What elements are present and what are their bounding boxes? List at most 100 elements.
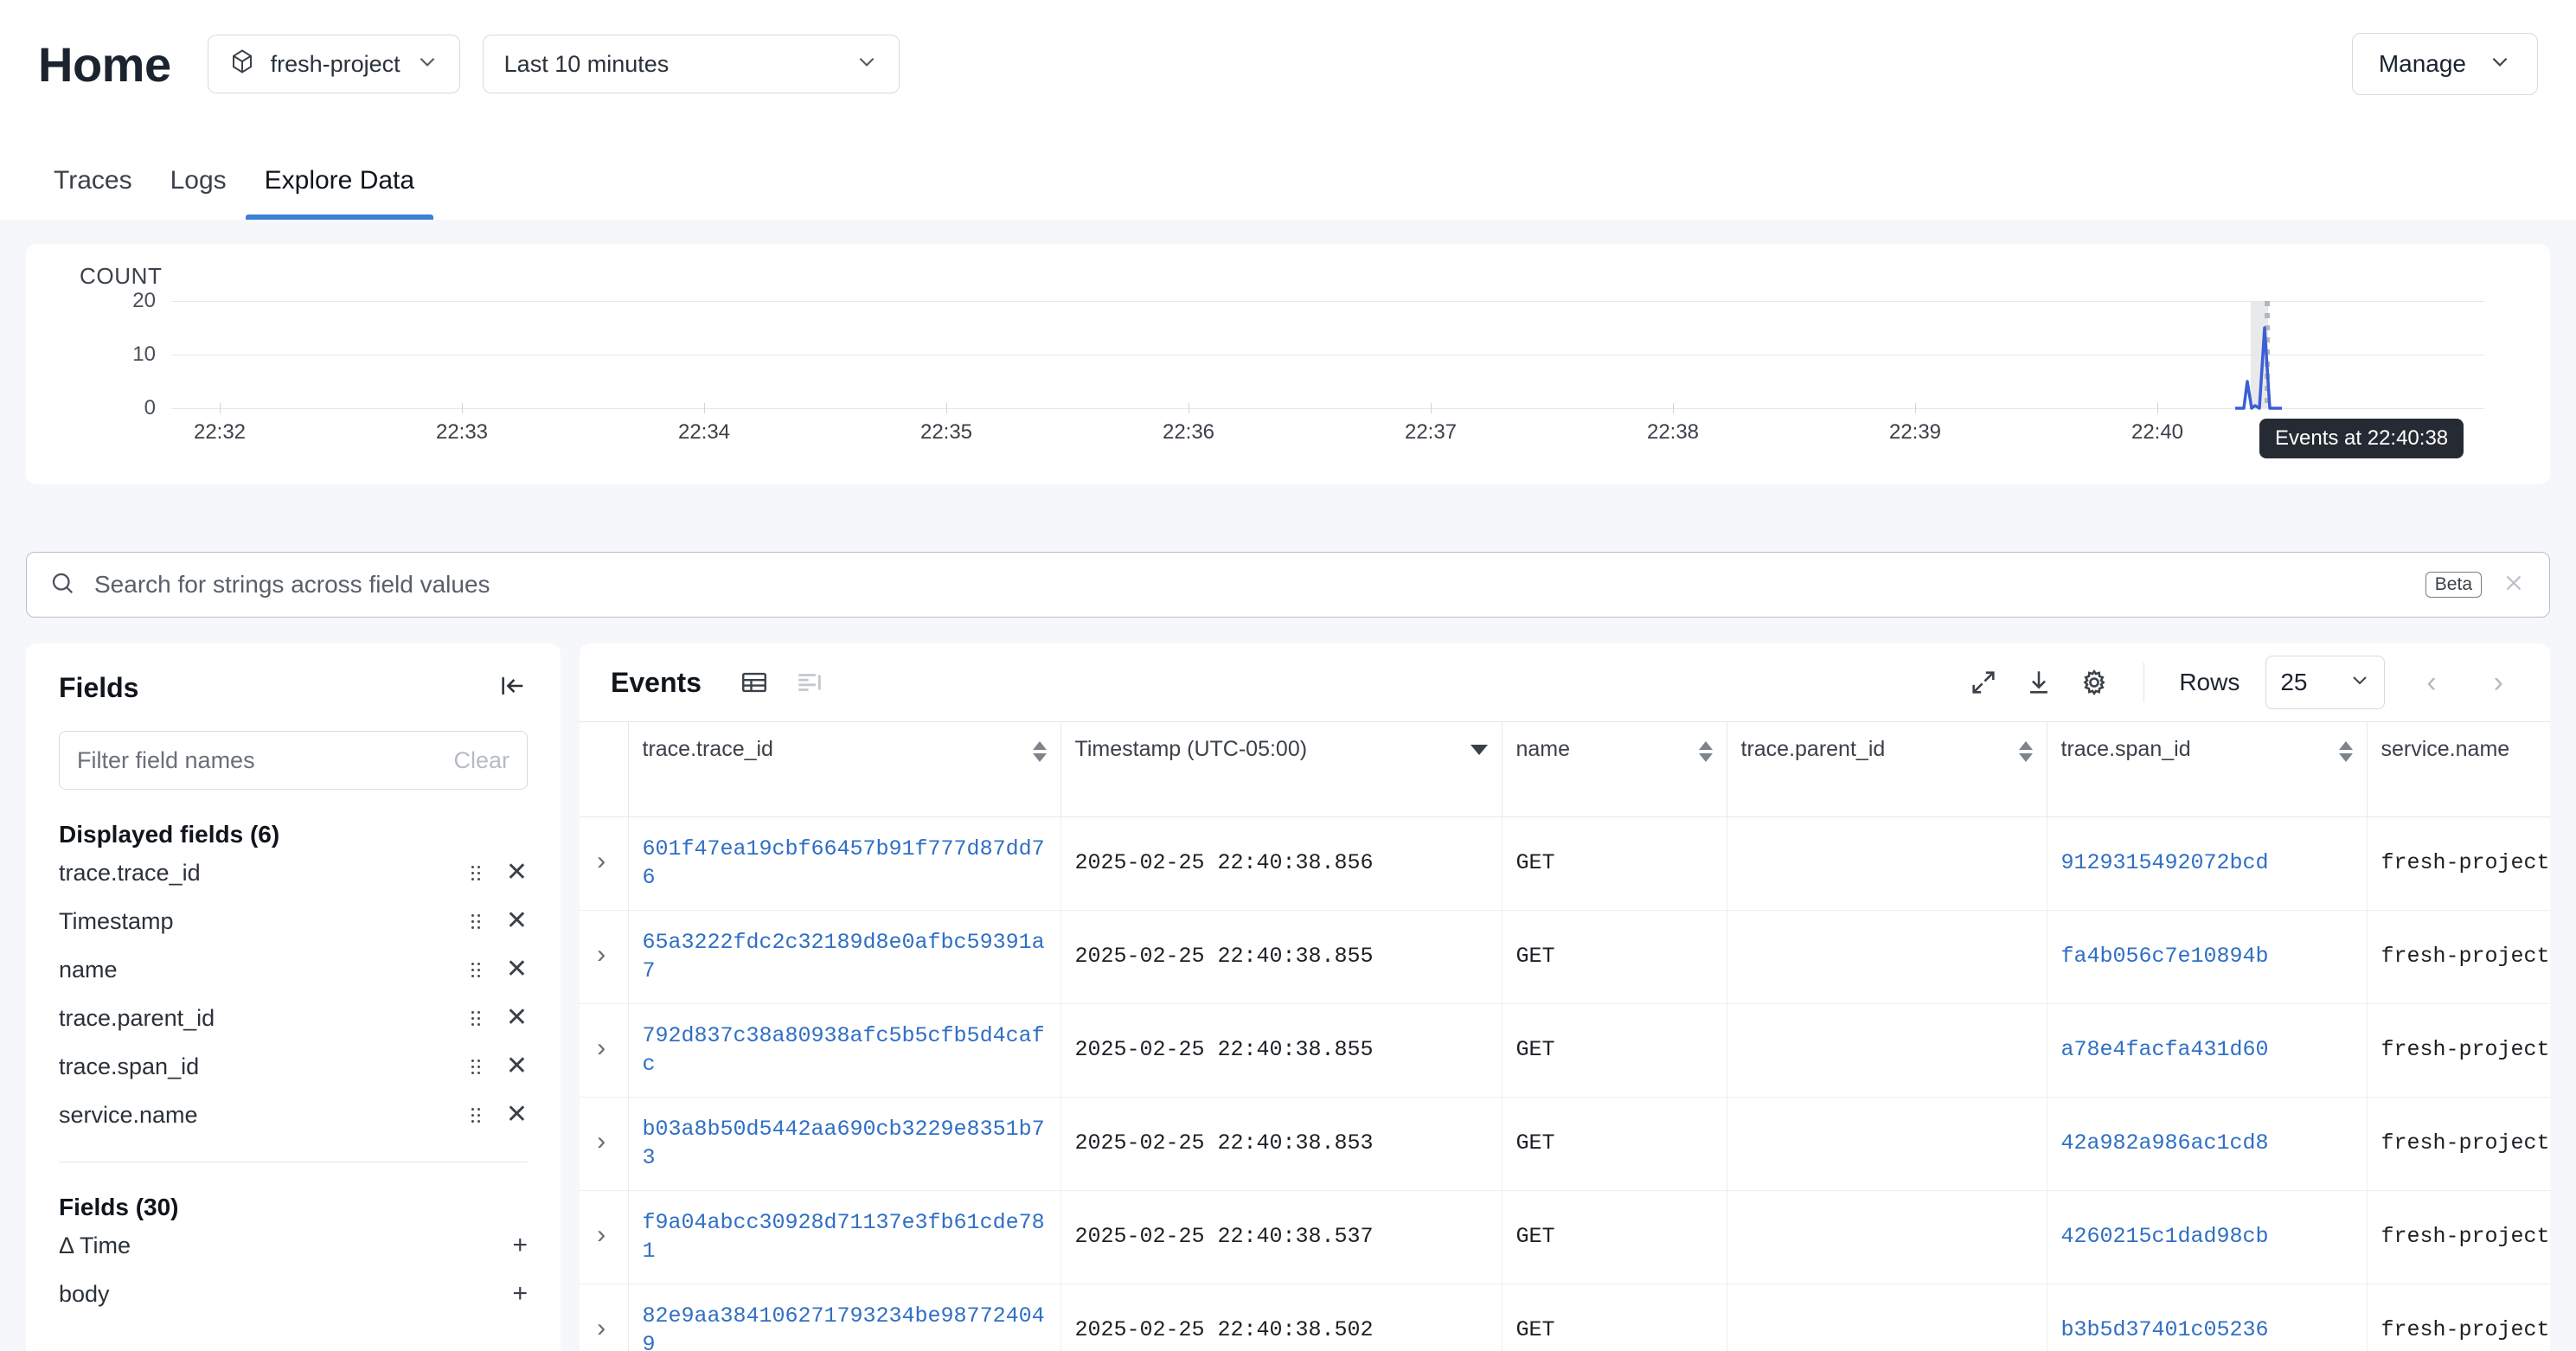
chart-plot-area[interactable]: 20 10 0 22:32 22:33 22:34 22:35 22:36 22… (132, 289, 2484, 458)
list-view-icon[interactable] (795, 668, 824, 697)
remove-field-icon[interactable]: ✕ (506, 1102, 528, 1128)
remove-field-icon[interactable]: ✕ (506, 1053, 528, 1079)
trace-id-link[interactable]: b03a8b50d5442aa690cb3229e8351b73 (643, 1117, 1045, 1170)
cell-trace-span-id[interactable]: fa4b056c7e10894b (2047, 910, 2368, 1004)
displayed-fields-heading: Displayed fields (6) (59, 821, 280, 848)
clear-filter-button[interactable]: Clear (453, 747, 509, 774)
cell-trace-span-id[interactable]: 9129315492072bcd (2047, 816, 2368, 911)
filter-field-names-input[interactable] (77, 746, 454, 774)
cell-trace-id[interactable]: f9a04abcc30928d71137e3fb61cde781 (628, 1190, 1061, 1284)
remove-field-icon[interactable]: ✕ (506, 908, 528, 934)
column-header-service-name[interactable]: service.name (2367, 721, 2550, 817)
column-label: service.name (2381, 737, 2510, 761)
column-header-trace-span-id[interactable]: trace.span_id (2047, 721, 2368, 817)
sort-icon[interactable] (1698, 741, 1713, 762)
table-row[interactable]: › 65a3222fdc2c32189d8e0afbc59391a7 2025-… (580, 910, 2550, 1004)
displayed-field-item[interactable]: trace.parent_id ✕ (59, 994, 528, 1042)
chart-tooltip: Events at 22:40:38 (2259, 419, 2464, 458)
table-row[interactable]: › 792d837c38a80938afc5b5cfb5d4cafc 2025-… (580, 1003, 2550, 1098)
gear-icon[interactable] (2079, 668, 2109, 697)
add-field-icon[interactable]: + (512, 1281, 528, 1307)
expand-row-button[interactable]: › (580, 1284, 629, 1351)
search-input[interactable] (94, 571, 2406, 599)
cell-trace-id[interactable]: 82e9aa384106271793234be987724049 (628, 1284, 1061, 1351)
next-page-button[interactable]: › (2478, 666, 2519, 700)
trace-id-link[interactable]: 82e9aa384106271793234be987724049 (643, 1303, 1045, 1351)
cell-trace-span-id[interactable]: b3b5d37401c05236 (2047, 1284, 2368, 1351)
tab-explore-data[interactable]: Explore Data (245, 166, 434, 220)
expand-row-button[interactable]: › (580, 1003, 629, 1098)
cell-trace-id[interactable]: 65a3222fdc2c32189d8e0afbc59391a7 (628, 910, 1061, 1004)
rows-per-page-select[interactable]: 25 (2265, 656, 2386, 709)
cell-trace-span-id[interactable]: 4260215c1dad98cb (2047, 1190, 2368, 1284)
drag-handle-icon[interactable] (469, 1058, 482, 1075)
drag-handle-icon[interactable] (469, 864, 482, 881)
trace-id-link[interactable]: f9a04abcc30928d71137e3fb61cde781 (643, 1210, 1045, 1264)
events-title: Events (611, 666, 702, 698)
expand-row-button[interactable]: › (580, 1190, 629, 1284)
trace-id-link[interactable]: 65a3222fdc2c32189d8e0afbc59391a7 (643, 930, 1045, 983)
drag-handle-icon[interactable] (469, 1009, 482, 1027)
span-id-link[interactable]: fa4b056c7e10894b (2061, 944, 2269, 969)
span-id-link[interactable]: 9129315492072bcd (2061, 850, 2269, 875)
tab-logs[interactable]: Logs (151, 166, 246, 220)
table-row[interactable]: › f9a04abcc30928d71137e3fb61cde781 2025-… (580, 1190, 2550, 1284)
drag-handle-icon[interactable] (469, 1106, 482, 1124)
expand-row-button[interactable]: › (580, 910, 629, 1004)
field-item[interactable]: body + (59, 1270, 528, 1318)
displayed-field-item[interactable]: service.name ✕ (59, 1091, 528, 1139)
cell-trace-id[interactable]: b03a8b50d5442aa690cb3229e8351b73 (628, 1097, 1061, 1191)
span-id-link[interactable]: a78e4facfa431d60 (2061, 1037, 2269, 1062)
sort-icon[interactable] (2338, 741, 2353, 762)
global-search-bar[interactable]: Beta (26, 552, 2550, 618)
field-item[interactable]: Δ Time + (59, 1221, 528, 1270)
remove-field-icon[interactable]: ✕ (506, 957, 528, 983)
cell-trace-span-id[interactable]: 42a982a986ac1cd8 (2047, 1097, 2368, 1191)
displayed-field-item[interactable]: trace.trace_id ✕ (59, 848, 528, 897)
sort-desc-icon[interactable] (1470, 745, 1488, 755)
sort-icon[interactable] (1032, 741, 1047, 762)
trace-id-link[interactable]: 792d837c38a80938afc5b5cfb5d4cafc (643, 1023, 1045, 1077)
span-id-link[interactable]: 4260215c1dad98cb (2061, 1224, 2269, 1249)
expand-row-button[interactable]: › (580, 1097, 629, 1191)
field-label: name (59, 956, 118, 983)
displayed-field-item[interactable]: name ✕ (59, 945, 528, 994)
cell-trace-id[interactable]: 792d837c38a80938afc5b5cfb5d4cafc (628, 1003, 1061, 1098)
expand-row-button[interactable]: › (580, 816, 629, 911)
expand-icon[interactable] (1969, 668, 1998, 697)
drag-handle-icon[interactable] (469, 961, 482, 978)
column-header-name[interactable]: name (1502, 721, 1727, 817)
displayed-field-item[interactable]: Timestamp ✕ (59, 897, 528, 945)
displayed-field-item[interactable]: trace.span_id ✕ (59, 1042, 528, 1091)
manage-button[interactable]: Manage (2351, 33, 2538, 95)
cell-trace-span-id[interactable]: a78e4facfa431d60 (2047, 1003, 2368, 1098)
remove-field-icon[interactable]: ✕ (506, 860, 528, 886)
trace-id-link[interactable]: 601f47ea19cbf66457b91f777d87dd76 (643, 836, 1045, 890)
project-selector[interactable]: fresh-project (207, 35, 460, 93)
cell-trace-id[interactable]: 601f47ea19cbf66457b91f777d87dd76 (628, 816, 1061, 911)
remove-field-icon[interactable]: ✕ (506, 1005, 528, 1031)
collapse-left-icon[interactable] (498, 671, 528, 705)
tab-traces[interactable]: Traces (35, 166, 151, 220)
sort-icon[interactable] (2018, 741, 2033, 762)
x-tick-8: 22:40 (2131, 420, 2184, 444)
table-row[interactable]: › b03a8b50d5442aa690cb3229e8351b73 2025-… (580, 1097, 2550, 1191)
span-id-link[interactable]: b3b5d37401c05236 (2061, 1317, 2269, 1342)
table-view-icon[interactable] (740, 668, 769, 697)
span-id-link[interactable]: 42a982a986ac1cd8 (2061, 1130, 2269, 1156)
field-filter[interactable]: Clear (59, 731, 528, 790)
cell-trace-parent-id (1727, 910, 2047, 1004)
drag-handle-icon[interactable] (469, 912, 482, 930)
column-header-trace-trace-id[interactable]: trace.trace_id (628, 721, 1061, 817)
add-field-icon[interactable]: + (512, 1233, 528, 1258)
time-range-selector[interactable]: Last 10 minutes (482, 35, 900, 93)
column-header-trace-parent-id[interactable]: trace.parent_id (1727, 721, 2047, 817)
cell-name: GET (1502, 1097, 1727, 1191)
close-icon[interactable] (2501, 570, 2527, 600)
download-icon[interactable] (2024, 668, 2054, 697)
table-row[interactable]: › 82e9aa384106271793234be987724049 2025-… (580, 1284, 2550, 1351)
prev-page-button[interactable]: ‹ (2411, 666, 2451, 700)
column-header-timestamp[interactable]: Timestamp (UTC-05:00) (1061, 721, 1503, 817)
field-label: Δ Time (59, 1232, 131, 1258)
table-row[interactable]: › 601f47ea19cbf66457b91f777d87dd76 2025-… (580, 816, 2550, 911)
